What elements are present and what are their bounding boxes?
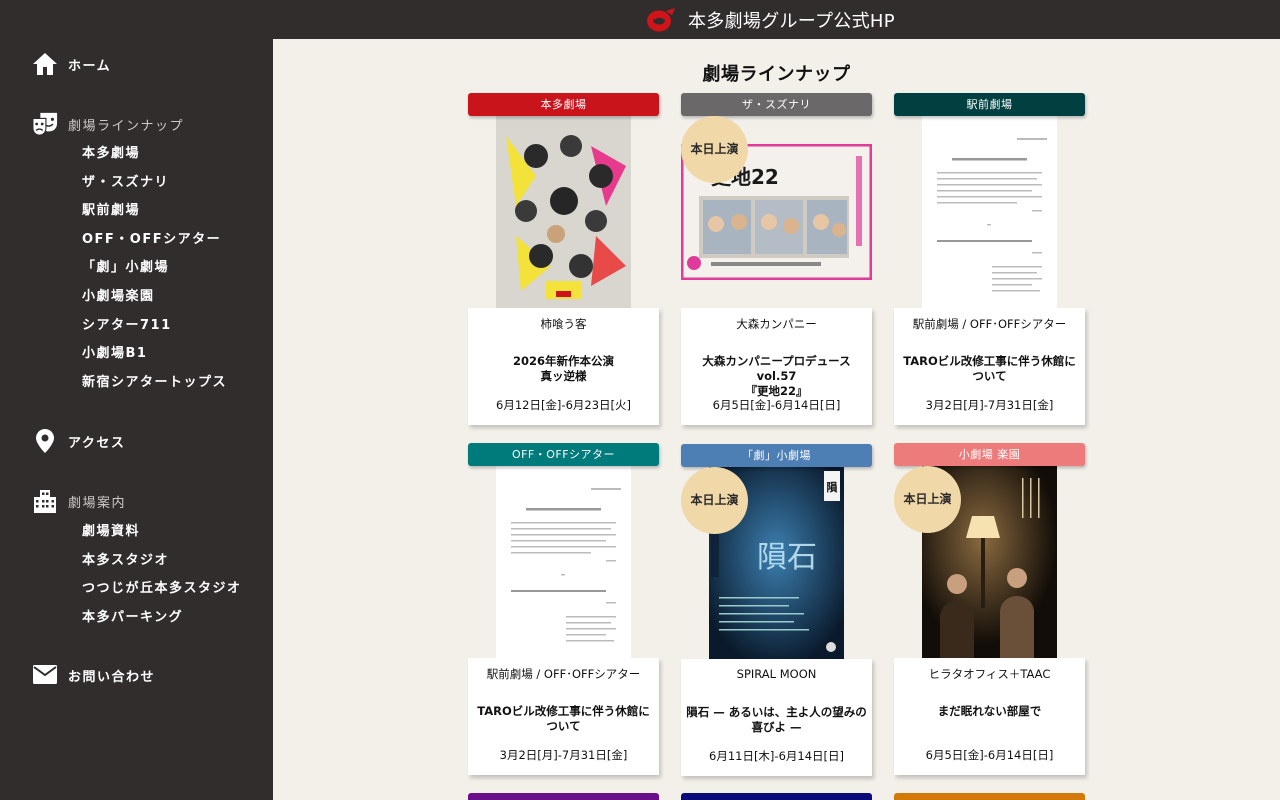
poster-image[interactable]: 本日上演 隕 隕石	[681, 467, 872, 659]
venue-tag[interactable]: OFF・OFFシアター	[468, 443, 659, 466]
performance-dates: 3月2日[月]-7月31日[金]	[499, 748, 628, 762]
performance-dates: 6月5日[金]-6月14日[日]	[712, 398, 841, 412]
nav-item-tops[interactable]: 新宿シアタートップス	[82, 369, 227, 398]
nav-item-materials[interactable]: 劇場資料	[82, 518, 242, 547]
nav-item-b1[interactable]: 小劇場B1	[82, 340, 227, 369]
company-name: 大森カンパニー	[736, 317, 817, 331]
nav-item-studio[interactable]: 本多スタジオ	[82, 547, 242, 576]
lineup-card[interactable]: 「劇」小劇場 本日上演 隕 隕石 SPIRAL MOON 隕石 — あるいは、主…	[681, 444, 872, 776]
nav-item-tsutsujigaoka[interactable]: つつじが丘本多スタジオ	[82, 575, 242, 604]
performance-title: 2026年新作本公演 真ッ逆様	[512, 354, 614, 383]
card-info[interactable]: 駅前劇場 / OFF･OFFシアター TAROビル改修工事に伴う休館について 3…	[894, 308, 1085, 425]
venue-tag-peek[interactable]	[468, 793, 659, 800]
lineup-card[interactable]: ザ・スズナリ 本日上演 更地22 大森カンパニー 大森カンパニープロデュースvo…	[681, 93, 872, 425]
nav-item-honda[interactable]: 本多劇場	[82, 140, 227, 169]
poster-title-text: 隕石	[757, 540, 817, 575]
poster-kakikuukyaku	[496, 116, 631, 308]
guide-submenu: 劇場資料 本多スタジオ つつじが丘本多スタジオ 本多パーキング	[82, 518, 242, 632]
card-info[interactable]: 柿喰う客 2026年新作本公演 真ッ逆様 6月12日[金]-6月23日[火]	[468, 308, 659, 425]
nav-guide: 劇場案内	[32, 488, 126, 514]
performance-title: まだ眠れない部屋で	[937, 704, 1042, 718]
lineup-card[interactable]: 小劇場 楽園 本日上演 ヒラタオフィス＋TAAC まだ眠れない部屋で 6月5日[…	[894, 443, 1085, 775]
card-info[interactable]: SPIRAL MOON 隕石 — あるいは、主よ人の望みの喜びよ — 6月11日…	[681, 659, 872, 776]
nav-item-rakuen[interactable]: 小劇場楽園	[82, 283, 227, 312]
company-name: ヒラタオフィス＋TAAC	[928, 667, 1051, 681]
nav-lineup: 劇場ラインナップ	[32, 111, 184, 137]
performance-title: TAROビル改修工事に伴う休館について	[477, 704, 650, 733]
nav-lineup-label: 劇場ラインナップ	[68, 118, 185, 134]
poster-notice-document	[922, 116, 1057, 308]
building-icon	[34, 490, 56, 513]
performance-dates: 3月2日[月]-7月31日[金]	[925, 398, 1054, 412]
poster-image[interactable]	[468, 116, 659, 308]
nav-item-theater711[interactable]: シアター711	[82, 312, 227, 341]
nav-item-suzunari[interactable]: ザ・スズナリ	[82, 169, 227, 198]
venue-tag[interactable]: 小劇場 楽園	[894, 443, 1085, 466]
nav-home-label[interactable]: ホーム	[68, 55, 111, 74]
venue-tag[interactable]: 駅前劇場	[894, 93, 1085, 116]
nav-contact[interactable]: お問い合わせ	[32, 662, 155, 688]
mail-icon	[33, 665, 57, 684]
performance-title: TAROビル改修工事に伴う休館について	[903, 354, 1076, 383]
nav-item-ekimae[interactable]: 駅前劇場	[82, 197, 227, 226]
page-title: 劇場ラインナップ	[702, 64, 851, 85]
lineup-submenu: 本多劇場 ザ・スズナリ 駅前劇場 OFF・OFFシアター 「劇」小劇場 小劇場楽…	[82, 140, 227, 397]
card-info[interactable]: ヒラタオフィス＋TAAC まだ眠れない部屋で 6月5日[金]-6月14日[日]	[894, 658, 1085, 775]
poster-image[interactable]: 本日上演 更地22	[681, 116, 872, 308]
today-badge: 本日上演	[681, 116, 748, 183]
performance-dates: 6月12日[金]-6月23日[火]	[496, 398, 631, 412]
nav-home[interactable]: ホーム	[32, 51, 111, 77]
top-bar: 本多劇場グループ公式HP	[0, 0, 1280, 39]
venue-tag-peek[interactable]	[681, 793, 872, 800]
venue-tag[interactable]: 本多劇場	[468, 93, 659, 116]
nav-access-label[interactable]: アクセス	[68, 432, 125, 451]
company-name: 駅前劇場 / OFF･OFFシアター	[912, 317, 1067, 331]
card-info[interactable]: 大森カンパニー 大森カンパニープロデュースvol.57 『更地22』 6月5日[…	[681, 308, 872, 425]
nav-item-off-off[interactable]: OFF・OFFシアター	[82, 226, 227, 255]
venue-tag[interactable]: 「劇」小劇場	[681, 444, 872, 467]
performance-dates: 6月11日[木]-6月14日[日]	[709, 749, 844, 763]
lineup-card[interactable]: OFF・OFFシアター 駅前劇場 / OFF･OFFシアター TAROビル改修工…	[468, 443, 659, 775]
nav-item-parking[interactable]: 本多パーキング	[82, 604, 242, 633]
card-info[interactable]: 駅前劇場 / OFF･OFFシアター TAROビル改修工事に伴う休館について 3…	[468, 658, 659, 775]
lineup-card[interactable]: 本多劇場 柿喰う客 2026年新作本公演 真ッ逆様 6月12日[金]-6月23日…	[468, 93, 659, 425]
svg-text:隕: 隕	[827, 480, 839, 494]
performance-dates: 6月5日[金]-6月14日[日]	[925, 748, 1054, 762]
venue-tag-peek[interactable]	[894, 793, 1085, 800]
nav-contact-label[interactable]: お問い合わせ	[68, 666, 155, 685]
performance-title: 大森カンパニープロデュースvol.57 『更地22』	[702, 354, 851, 398]
honda-theater-logo	[647, 8, 675, 32]
sidebar: ホーム 劇場ラインナップ 本多劇場 ザ・スズナリ 駅前劇場 OFF・OFFシアタ…	[0, 39, 273, 800]
map-pin-icon	[36, 429, 54, 453]
nav-guide-label: 劇場案内	[68, 495, 127, 511]
home-icon	[33, 53, 57, 75]
nav-access[interactable]: アクセス	[32, 428, 125, 454]
poster-notice-document	[496, 466, 631, 658]
nav-item-geki[interactable]: 「劇」小劇場	[82, 254, 227, 283]
today-badge: 本日上演	[681, 467, 748, 534]
company-name: 柿喰う客	[540, 317, 587, 331]
poster-image[interactable]	[894, 116, 1085, 308]
poster-image[interactable]	[468, 466, 659, 658]
venue-tag[interactable]: ザ・スズナリ	[681, 93, 872, 116]
theater-masks-icon	[32, 112, 58, 136]
performance-title: 隕石 — あるいは、主よ人の望みの喜びよ —	[686, 705, 867, 734]
brand-link[interactable]: 本多劇場グループ公式HP	[646, 5, 895, 35]
today-badge: 本日上演	[894, 466, 961, 533]
company-name: SPIRAL MOON	[736, 667, 817, 681]
main-content: 劇場ラインナップ 本多劇場 柿喰う客 2026年新作本公演 真ッ逆様 6月12日…	[273, 39, 1280, 800]
site-title[interactable]: 本多劇場グループ公式HP	[688, 7, 895, 33]
company-name: 駅前劇場 / OFF･OFFシアター	[486, 667, 641, 681]
poster-image[interactable]: 本日上演	[894, 466, 1085, 658]
lineup-card[interactable]: 駅前劇場 駅前劇場 / OFF･OFFシアター TAROビル改修工事に伴う休館に…	[894, 93, 1085, 425]
